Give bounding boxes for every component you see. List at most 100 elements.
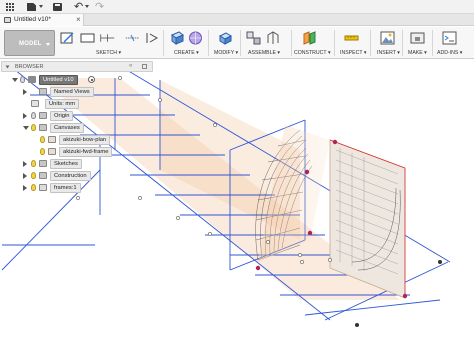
apps-grid-icon[interactable]: [6, 3, 15, 11]
construct-caret-icon: ▾: [327, 50, 331, 56]
line-icon[interactable]: [100, 31, 115, 45]
construct-label-text: CONSTRUCT: [294, 50, 327, 56]
inspect-caret-icon: ▾: [363, 50, 367, 56]
form-sphere-icon[interactable]: [188, 31, 203, 45]
new-component-icon[interactable]: [246, 31, 261, 45]
expand-arrow-icon[interactable]: [23, 89, 27, 95]
rectangle-icon[interactable]: [80, 31, 95, 45]
offset-icon[interactable]: [145, 31, 160, 45]
undo-icon[interactable]: ↶: [74, 2, 84, 13]
insert-label-text: INSERT: [377, 50, 396, 56]
design-document-icon: [4, 17, 11, 23]
visibility-bulb-icon[interactable]: [31, 172, 36, 179]
browser-expand-arrow-icon[interactable]: [5, 65, 10, 69]
tree-item-label: Units: mm: [45, 99, 80, 109]
trim-icon[interactable]: [125, 31, 140, 45]
modify-group-label[interactable]: MODIFY ▾: [214, 50, 238, 56]
folder-icon: [39, 160, 47, 167]
folder-icon: [39, 124, 47, 131]
sketch-group-label[interactable]: SKETCH ▾: [96, 50, 121, 56]
visibility-bulb-icon[interactable]: [40, 136, 45, 143]
expand-arrow-icon[interactable]: [23, 185, 27, 191]
tree-item-frames[interactable]: frames:1: [23, 183, 103, 193]
save-icon[interactable]: [53, 3, 62, 11]
component-icon: [39, 184, 47, 191]
document-tab-title: Untitled v10*: [14, 16, 51, 23]
tree-item-canvas-bow-plan[interactable]: akizuki-bow-plan: [32, 135, 122, 145]
undo-menu-caret-icon[interactable]: [85, 5, 89, 8]
toolbar-separator: [208, 30, 209, 56]
create-sketch-icon[interactable]: [60, 31, 75, 45]
file-menu-caret-icon[interactable]: [39, 5, 43, 8]
extrude-box-icon[interactable]: [170, 31, 185, 45]
expand-arrow-icon[interactable]: [23, 126, 29, 130]
file-icon[interactable]: [27, 3, 36, 11]
expand-arrow-icon[interactable]: [23, 161, 27, 167]
tree-item-label: akizuki-fwd-frame: [59, 147, 113, 157]
browser-header[interactable]: BROWSER «: [1, 61, 153, 72]
tree-item-canvases[interactable]: Canvases: [23, 123, 103, 133]
workspace-switcher-button[interactable]: MODEL: [4, 30, 55, 56]
tree-item-label: Named Views: [50, 87, 94, 97]
addins-group-label[interactable]: ADD-INS ▾: [437, 50, 462, 56]
folder-icon: [39, 112, 47, 119]
joint-icon[interactable]: [266, 31, 281, 45]
tree-item-named-views[interactable]: Named Views: [23, 87, 103, 97]
tree-item-units[interactable]: Units: mm: [23, 99, 103, 109]
expand-arrow-icon[interactable]: [23, 173, 27, 179]
workspace-caret-icon: [46, 43, 50, 46]
toolbar-separator: [163, 30, 164, 56]
expand-arrow-icon[interactable]: [23, 113, 27, 119]
construct-group-label[interactable]: CONSTRUCT ▾: [294, 50, 331, 56]
browser-title: BROWSER: [15, 64, 44, 70]
assemble-caret-icon: ▾: [277, 50, 281, 56]
canvas-image-icon: [48, 148, 56, 155]
workspace-label: MODEL: [19, 41, 42, 47]
create-group-label[interactable]: CREATE ▾: [174, 50, 199, 56]
pin-panel-icon[interactable]: [142, 64, 147, 69]
visibility-bulb-icon[interactable]: [20, 76, 25, 83]
visibility-bulb-icon[interactable]: [31, 124, 36, 131]
tree-item-sketches[interactable]: Sketches: [23, 159, 103, 169]
toolbar-separator: [291, 30, 292, 56]
assemble-group-label[interactable]: ASSEMBLE ▾: [248, 50, 280, 56]
modify-label-text: MODIFY: [214, 50, 235, 56]
units-doc-icon: [31, 100, 39, 107]
offset-plane-icon[interactable]: [302, 31, 317, 45]
tree-item-construction[interactable]: Construction: [23, 171, 103, 181]
inspect-group-label[interactable]: INSPECT ▾: [340, 50, 366, 56]
modify-caret-icon: ▾: [235, 50, 239, 56]
visibility-bulb-icon[interactable]: [40, 148, 45, 155]
tree-item-label: Sketches: [50, 159, 82, 169]
assemble-label-text: ASSEMBLE: [248, 50, 276, 56]
3d-print-icon[interactable]: [410, 31, 425, 45]
visibility-bulb-icon[interactable]: [31, 112, 36, 119]
toolbar-separator: [432, 30, 433, 56]
expand-arrow-icon[interactable]: [12, 78, 18, 82]
make-label-text: MAKE: [408, 50, 423, 56]
active-component-radio-icon[interactable]: [88, 76, 95, 83]
visibility-bulb-icon[interactable]: [31, 184, 36, 191]
folder-icon: [39, 88, 47, 95]
tree-item-canvas-fwd-frame[interactable]: akizuki-fwd-frame: [32, 147, 122, 157]
collapse-panel-icon[interactable]: «: [129, 63, 132, 69]
document-node-icon: [28, 76, 36, 83]
visibility-bulb-icon[interactable]: [31, 160, 36, 167]
document-tab[interactable]: Untitled v10* ×: [0, 14, 84, 26]
sketch-label-text: SKETCH: [96, 50, 118, 56]
press-pull-icon[interactable]: [218, 31, 233, 45]
folder-icon: [39, 172, 47, 179]
tree-item-origin[interactable]: Origin: [23, 111, 103, 121]
close-tab-icon[interactable]: ×: [76, 15, 81, 24]
make-caret-icon: ▾: [424, 50, 427, 56]
redo-icon[interactable]: ↷: [95, 2, 105, 13]
toolbar-separator: [402, 30, 403, 56]
insert-group-label[interactable]: INSERT ▾: [377, 50, 400, 56]
insert-image-icon[interactable]: [380, 31, 395, 45]
tree-item-label: frames:1: [50, 183, 81, 193]
scripts-addins-icon[interactable]: [442, 31, 457, 45]
measure-icon[interactable]: [344, 31, 359, 45]
addins-label-text: ADD-INS: [437, 50, 459, 56]
make-group-label[interactable]: MAKE ▾: [408, 50, 427, 56]
tree-item-label: Origin: [50, 111, 74, 121]
